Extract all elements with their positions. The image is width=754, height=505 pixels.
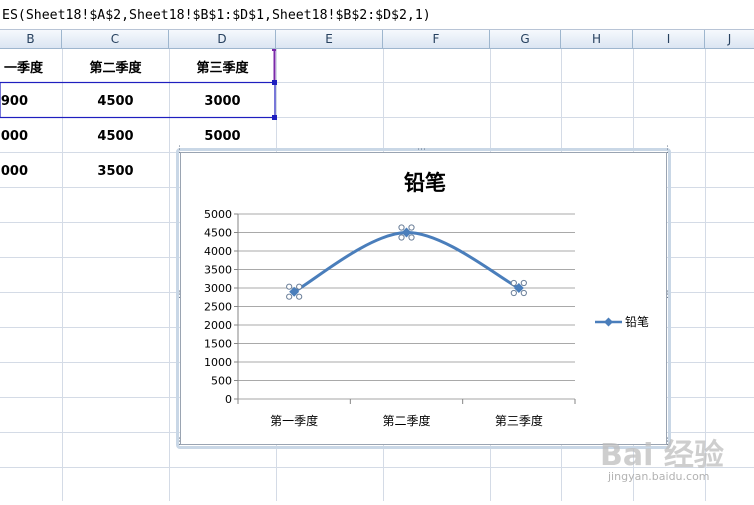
data-point[interactable] xyxy=(286,283,303,300)
range-handle[interactable] xyxy=(272,80,277,85)
point-selection-handle xyxy=(510,289,517,297)
column-header-j[interactable]: J xyxy=(705,30,754,48)
chart-title[interactable]: 铅笔 xyxy=(404,170,446,195)
point-selection-handle xyxy=(520,289,527,297)
y-tick-label: 500 xyxy=(211,375,232,388)
column-header-g[interactable]: G xyxy=(490,30,561,48)
chart-plot: 铅笔 0 500 1000 1500 2000 2500 3000 3500 4000 4500 5… xyxy=(204,170,649,428)
point-selection-handle xyxy=(408,234,415,241)
cell-d2[interactable]: 3000 xyxy=(169,94,276,109)
cell-c3[interactable]: 4500 xyxy=(62,129,169,144)
x-tick-label: 第一季度 xyxy=(270,413,318,428)
point-selection-handle xyxy=(296,283,303,290)
cell-d3[interactable]: 5000 xyxy=(169,129,276,144)
y-tick-label: 0 xyxy=(225,393,232,406)
legend-marker-icon xyxy=(604,317,613,327)
point-selection-handle xyxy=(286,293,293,300)
chart-legend[interactable]: 铅笔 xyxy=(595,314,649,329)
x-tick-label: 第三季度 xyxy=(495,413,543,428)
range-handle[interactable] xyxy=(272,115,277,120)
column-header-f[interactable]: F xyxy=(383,30,490,48)
formula-text[interactable]: ES(Sheet18!$A$2,Sheet18!$B$1:$D$1,Sheet1… xyxy=(2,8,431,23)
y-tick-label: 2500 xyxy=(204,301,232,314)
cell-b1[interactable]: 一季度 xyxy=(0,57,43,76)
y-tick-label: 3000 xyxy=(204,282,232,295)
formula-bar[interactable]: ES(Sheet18!$A$2,Sheet18!$B$1:$D$1,Sheet1… xyxy=(0,0,754,30)
point-selection-handle xyxy=(408,224,415,231)
y-tick-label: 4000 xyxy=(204,245,232,258)
point-selection-handle xyxy=(510,279,517,287)
column-header-i[interactable]: I xyxy=(633,30,705,48)
legend-label: 铅笔 xyxy=(625,314,649,329)
series-line[interactable] xyxy=(293,230,520,294)
point-selection-handle xyxy=(520,279,527,287)
watermark-logo: Bai 经验 jingyan.baidu.com xyxy=(600,428,750,498)
cell-c1[interactable]: 第二季度 xyxy=(62,57,169,76)
point-selection-handle xyxy=(398,224,405,231)
column-header-e[interactable]: E xyxy=(276,30,383,48)
point-selection-handle xyxy=(398,234,405,241)
point-selection-handle xyxy=(286,283,293,290)
cell-c2[interactable]: 4500 xyxy=(62,94,169,109)
column-header-b[interactable]: B xyxy=(0,30,62,48)
column-header-d[interactable]: D xyxy=(169,30,276,48)
range-handle[interactable] xyxy=(272,47,276,51)
column-header-row: B C D E F G H I J xyxy=(0,30,754,49)
column-header-c[interactable]: C xyxy=(62,30,169,48)
point-selection-handle xyxy=(296,293,303,300)
y-tick-label: 5000 xyxy=(204,208,232,221)
watermark-text: Bai 经验 xyxy=(600,438,724,473)
x-tick-label: 第二季度 xyxy=(382,413,430,428)
watermark-url: jingyan.baidu.com xyxy=(608,470,710,483)
y-tick-label: 3500 xyxy=(204,264,232,277)
y-tick-label: 2000 xyxy=(204,319,232,332)
line-chart[interactable]: 铅笔 0 500 1000 1500 2000 2500 3000 3500 4000 4500 5… xyxy=(180,152,667,445)
y-tick-label: 4500 xyxy=(204,227,232,240)
cell-d1[interactable]: 第三季度 xyxy=(169,57,276,76)
cell-b3[interactable]: 000 xyxy=(0,129,28,144)
cell-c4[interactable]: 3500 xyxy=(62,164,169,179)
y-tick-label: 1000 xyxy=(204,356,232,369)
y-tick-label: 1500 xyxy=(204,338,232,351)
cell-b2[interactable]: 900 xyxy=(0,94,28,109)
cell-b4[interactable]: 000 xyxy=(0,164,28,179)
column-header-h[interactable]: H xyxy=(561,30,633,48)
